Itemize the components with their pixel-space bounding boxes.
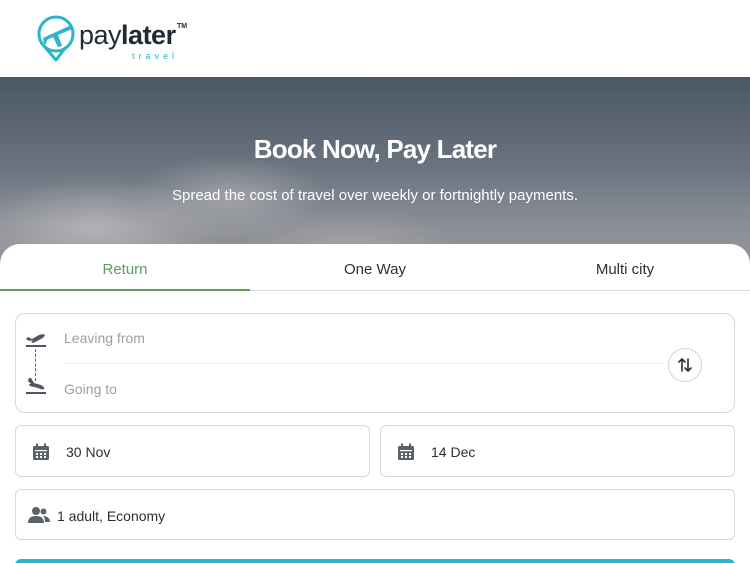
calendar-icon <box>398 443 414 460</box>
return-date-value: 14 Dec <box>431 444 476 460</box>
swap-arrows-icon <box>678 358 692 372</box>
site-header: paylater TM travel <box>0 0 750 77</box>
search-button[interactable] <box>15 559 735 563</box>
route-fields <box>15 313 735 413</box>
calendar-icon <box>33 443 49 460</box>
tab-return[interactable]: Return <box>0 244 250 291</box>
logo-wordmark: paylater <box>79 20 176 50</box>
leaving-from-input[interactable] <box>64 326 624 350</box>
going-to-input[interactable] <box>64 377 624 401</box>
passengers-summary: 1 adult, Economy <box>57 508 166 524</box>
people-icon <box>28 507 50 523</box>
return-date-field[interactable]: 14 Dec <box>380 425 735 477</box>
logo-trademark: TM <box>177 23 188 30</box>
passengers-field[interactable]: 1 adult, Economy <box>15 489 735 540</box>
depart-date-field[interactable]: 30 Nov <box>15 425 370 477</box>
tab-one-way[interactable]: One Way <box>250 244 500 291</box>
depart-date-value: 30 Nov <box>66 444 111 460</box>
search-panel: Return One Way Multi city Leaving from G… <box>0 244 750 563</box>
tab-multi-city[interactable]: Multi city <box>500 244 750 291</box>
route-divider <box>64 363 664 364</box>
trip-type-tabs: Return One Way Multi city <box>0 244 750 291</box>
hero-title: Book Now, Pay Later <box>253 134 497 164</box>
landing-icon <box>26 378 46 394</box>
logo-subtitle: travel <box>132 51 179 61</box>
paylater-logo[interactable]: paylater TM travel <box>36 14 196 66</box>
takeoff-icon <box>26 334 46 347</box>
hero-subtitle: Spread the cost of travel over weekly or… <box>171 187 579 204</box>
swap-button[interactable] <box>668 348 702 382</box>
plane-pin-logo-icon <box>37 15 75 62</box>
